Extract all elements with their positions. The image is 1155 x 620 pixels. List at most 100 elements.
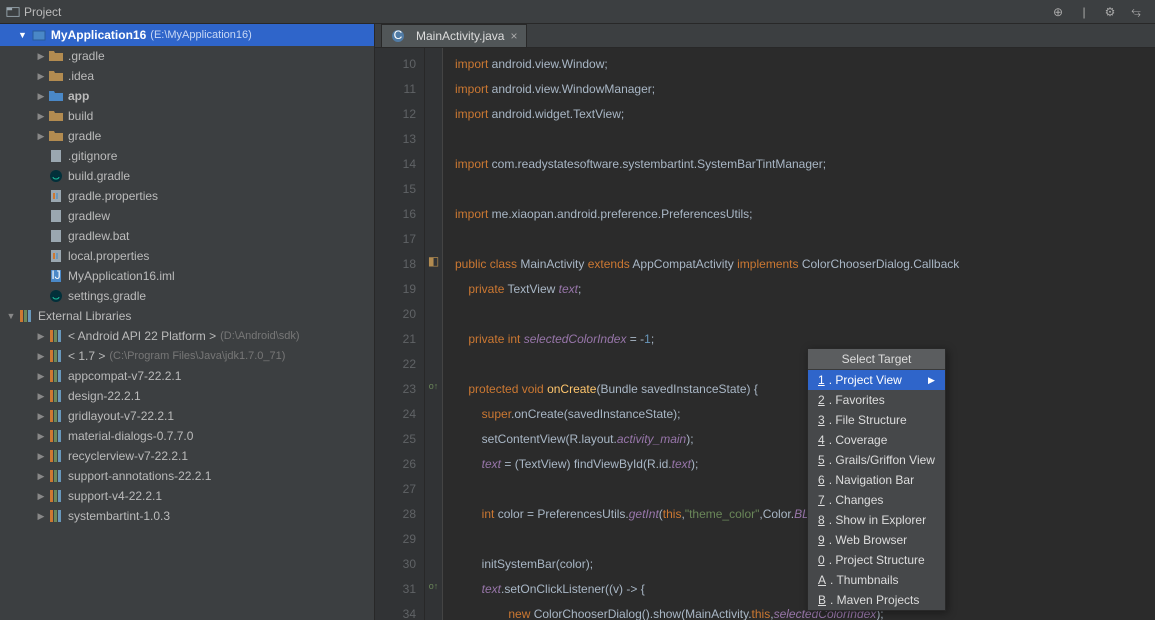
external-libs-header[interactable]: ▼ External Libraries xyxy=(0,306,374,326)
file-icon xyxy=(48,148,64,164)
gear-icon[interactable]: ⚙ xyxy=(1101,3,1119,21)
close-icon[interactable]: × xyxy=(510,29,517,43)
tree-item[interactable]: gradlew xyxy=(0,206,374,226)
popup-item-thumbnails[interactable]: A. Thumbnails xyxy=(808,570,945,590)
folder-icon xyxy=(48,48,64,64)
lib-label: recyclerview-v7-22.2.1 xyxy=(68,449,188,463)
lib-label: gridlayout-v7-22.2.1 xyxy=(68,409,174,423)
lib-label: < 1.7 > xyxy=(68,349,105,363)
library-icon xyxy=(48,448,64,464)
popup-item-grails-griffon-view[interactable]: 5. Grails/Griffon View xyxy=(808,450,945,470)
gradle-icon xyxy=(48,168,64,184)
tree-item[interactable]: settings.gradle xyxy=(0,286,374,306)
props-icon xyxy=(48,188,64,204)
ext-lib-item[interactable]: ▶appcompat-v7-22.2.1 xyxy=(0,366,374,386)
library-icon xyxy=(48,408,64,424)
tree-label: app xyxy=(68,89,89,103)
module-icon xyxy=(31,27,47,43)
lib-label: appcompat-v7-22.2.1 xyxy=(68,369,181,383)
tree-item[interactable]: .gitignore xyxy=(0,146,374,166)
tree-item[interactable]: ▶.gradle xyxy=(0,46,374,66)
external-libs-label: External Libraries xyxy=(38,309,131,323)
library-icon xyxy=(48,508,64,524)
folder-icon xyxy=(48,68,64,84)
tree-item[interactable]: local.properties xyxy=(0,246,374,266)
file-icon xyxy=(48,208,64,224)
popup-item-project-view[interactable]: 1. Project View▶ xyxy=(808,370,945,390)
popup-item-maven-projects[interactable]: B. Maven Projects xyxy=(808,590,945,610)
tree-label: settings.gradle xyxy=(68,289,146,303)
tree-label: gradle.properties xyxy=(68,189,158,203)
tree-label: gradlew.bat xyxy=(68,229,129,243)
tree-label: gradle xyxy=(68,129,101,143)
tree-item[interactable]: ▶app xyxy=(0,86,374,106)
folder-icon xyxy=(48,128,64,144)
toolbar-title: Project xyxy=(24,5,61,19)
ext-lib-item[interactable]: ▶systembartint-1.0.3 xyxy=(0,506,374,526)
props-icon xyxy=(48,248,64,264)
lib-label: material-dialogs-0.7.7.0 xyxy=(68,429,193,443)
tree-item[interactable]: gradlew.bat xyxy=(0,226,374,246)
lib-label: systembartint-1.0.3 xyxy=(68,509,170,523)
gradle-icon xyxy=(48,288,64,304)
popup-item-project-structure[interactable]: 0. Project Structure xyxy=(808,550,945,570)
file-icon xyxy=(48,228,64,244)
ext-lib-item[interactable]: ▶material-dialogs-0.7.7.0 xyxy=(0,426,374,446)
tree-item[interactable]: gradle.properties xyxy=(0,186,374,206)
editor-tabs: C MainActivity.java × xyxy=(375,24,1155,48)
project-root[interactable]: ▼ MyApplication16 (E:\MyApplication16) xyxy=(0,24,374,46)
lib-label: support-annotations-22.2.1 xyxy=(68,469,211,483)
popup-item-navigation-bar[interactable]: 6. Navigation Bar xyxy=(808,470,945,490)
popup-item-file-structure[interactable]: 3. File Structure xyxy=(808,410,945,430)
library-icon xyxy=(48,348,64,364)
project-path: (E:\MyApplication16) xyxy=(150,29,252,41)
iml-icon: IJ xyxy=(48,268,64,284)
line-gutter: 1011121314151617181920212223242526272829… xyxy=(375,48,425,620)
tree-label: .gitignore xyxy=(68,149,117,163)
tree-item[interactable]: IJMyApplication16.iml xyxy=(0,266,374,286)
lib-label: < Android API 22 Platform > xyxy=(68,329,216,343)
module-icon xyxy=(48,88,64,104)
editor-tab[interactable]: C MainActivity.java × xyxy=(381,24,527,47)
target-icon[interactable]: ⊕ xyxy=(1049,3,1067,21)
ext-lib-item[interactable]: ▶support-annotations-22.2.1 xyxy=(0,466,374,486)
lib-path: (C:\Program Files\Java\jdk1.7.0_71) xyxy=(109,350,285,362)
ext-lib-item[interactable]: ▶gridlayout-v7-22.2.1 xyxy=(0,406,374,426)
divider: | xyxy=(1075,3,1093,21)
popup-item-changes[interactable]: 7. Changes xyxy=(808,490,945,510)
tree-item[interactable]: ▶gradle xyxy=(0,126,374,146)
editor-pane: C MainActivity.java × 101112131415161718… xyxy=(375,24,1155,620)
popup-item-favorites[interactable]: 2. Favorites xyxy=(808,390,945,410)
ext-lib-item[interactable]: ▶< 1.7 > (C:\Program Files\Java\jdk1.7.0… xyxy=(0,346,374,366)
tree-label: build xyxy=(68,109,93,123)
gutter-marks: ◧o↑o↑ xyxy=(425,48,443,620)
lib-path: (D:\Android\sdk) xyxy=(220,330,299,342)
popup-item-coverage[interactable]: 4. Coverage xyxy=(808,430,945,450)
code-content[interactable]: import android.view.Window;import androi… xyxy=(443,48,1155,620)
tree-label: .idea xyxy=(68,69,94,83)
lib-label: design-22.2.1 xyxy=(68,389,141,403)
popup-item-web-browser[interactable]: 9. Web Browser xyxy=(808,530,945,550)
popup-item-show-in-explorer[interactable]: 8. Show in Explorer xyxy=(808,510,945,530)
tree-label: gradlew xyxy=(68,209,110,223)
ext-lib-item[interactable]: ▶< Android API 22 Platform > (D:\Android… xyxy=(0,326,374,346)
project-toolbar: Project ⊕ | ⚙ ⥃ xyxy=(0,0,1155,24)
ext-lib-item[interactable]: ▶design-22.2.1 xyxy=(0,386,374,406)
ext-lib-item[interactable]: ▶support-v4-22.2.1 xyxy=(0,486,374,506)
tree-item[interactable]: ▶build xyxy=(0,106,374,126)
code-editor[interactable]: 1011121314151617181920212223242526272829… xyxy=(375,48,1155,620)
project-tree[interactable]: ▼ MyApplication16 (E:\MyApplication16) ▶… xyxy=(0,24,375,620)
tree-item[interactable]: build.gradle xyxy=(0,166,374,186)
project-name: MyApplication16 xyxy=(51,28,146,42)
ext-lib-item[interactable]: ▶recyclerview-v7-22.2.1 xyxy=(0,446,374,466)
collapse-icon[interactable]: ⥃ xyxy=(1127,3,1145,21)
library-icon xyxy=(48,328,64,344)
folder-icon xyxy=(48,108,64,124)
tree-item[interactable]: ▶.idea xyxy=(0,66,374,86)
select-target-popup: Select Target 1. Project View▶2. Favorit… xyxy=(807,348,946,611)
library-icon xyxy=(48,488,64,504)
library-icon xyxy=(48,428,64,444)
popup-title: Select Target xyxy=(808,349,945,370)
svg-text:IJ: IJ xyxy=(51,268,60,282)
library-icon xyxy=(48,388,64,404)
